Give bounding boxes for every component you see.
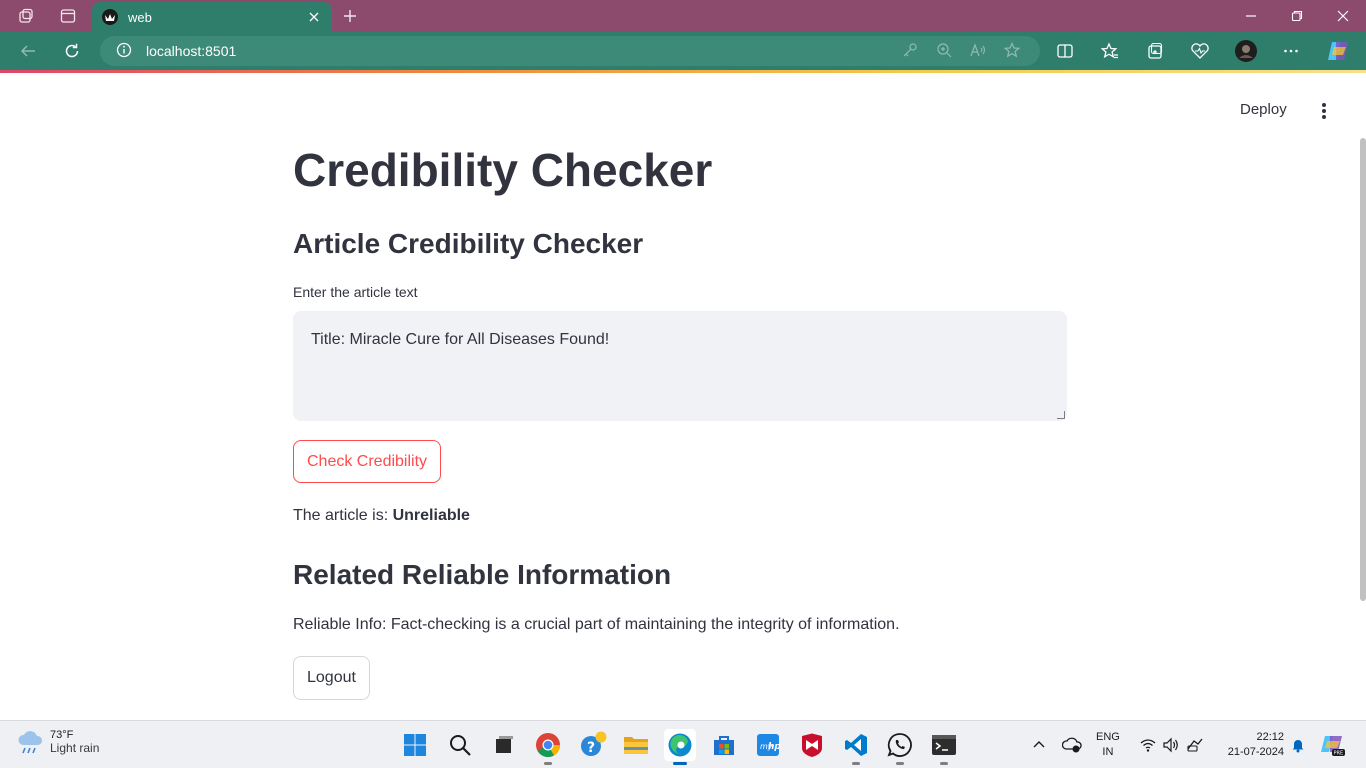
related-info-text: Reliable Info: Fact-checking is a crucia… [293, 616, 900, 633]
article-input-label: Enter the article text [293, 284, 418, 300]
system-clock[interactable]: 22:12 21-07-2024 [1218, 730, 1284, 760]
site-info-icon[interactable] [116, 42, 132, 61]
result-value: Unreliable [392, 507, 470, 524]
svg-text:PRE: PRE [1334, 751, 1344, 757]
svg-text:?: ? [587, 740, 595, 756]
browser-tab[interactable]: web [92, 2, 332, 32]
store-icon[interactable] [708, 729, 740, 761]
deploy-button[interactable]: Deploy [1240, 101, 1287, 118]
notifications-bell-icon[interactable] [1290, 721, 1306, 768]
edge-icon[interactable] [664, 729, 696, 765]
chrome-icon[interactable] [532, 729, 564, 765]
start-icon[interactable] [399, 729, 431, 761]
tab-actions-icon[interactable] [48, 0, 88, 32]
related-info-title: Related Reliable Information [293, 559, 672, 590]
volume-icon[interactable] [1162, 721, 1180, 768]
running-indicator [940, 762, 948, 765]
search-icon[interactable] [444, 729, 476, 761]
onedrive-sync-icon[interactable] [1062, 721, 1082, 768]
page-scrollbar[interactable] [1360, 138, 1366, 601]
running-indicator [544, 762, 552, 765]
clock-time: 22:12 [1256, 731, 1284, 743]
refresh-icon[interactable] [57, 36, 87, 66]
main-menu-icon[interactable] [1316, 103, 1332, 119]
split-screen-icon[interactable] [1056, 36, 1074, 66]
weather-temp: 73°F [50, 729, 74, 741]
favorite-star-icon[interactable] [1003, 41, 1021, 61]
clock-date: 21-07-2024 [1227, 746, 1284, 758]
browser-toolbar: localhost:8501 [0, 32, 1366, 70]
zoom-icon[interactable] [936, 42, 952, 61]
url-text: localhost:8501 [146, 43, 237, 59]
show-hidden-icons[interactable] [1032, 721, 1046, 768]
address-bar[interactable]: localhost:8501 [100, 36, 1040, 66]
browser-tab-strip: web [0, 0, 1366, 32]
task-view-icon[interactable] [488, 729, 520, 761]
restore-icon[interactable] [1274, 0, 1320, 32]
collections-icon[interactable] [1146, 36, 1164, 66]
vscode-icon[interactable] [840, 729, 872, 765]
language-code: ENG [1096, 731, 1120, 743]
key-icon[interactable] [902, 42, 918, 61]
resize-handle-icon[interactable] [1057, 411, 1065, 419]
copilot-preview-icon[interactable]: PRE [1320, 721, 1346, 768]
close-window-icon[interactable] [1320, 0, 1366, 32]
back-icon[interactable] [13, 36, 43, 66]
wifi-icon[interactable] [1140, 721, 1156, 768]
profile-avatar[interactable] [1234, 36, 1258, 66]
copilot-icon[interactable] [1326, 36, 1350, 66]
svg-text:hp: hp [768, 742, 780, 752]
taskbar: 73°F Light rain ? my hp ENG IN 22:12 21-… [0, 720, 1366, 768]
mcafee-icon[interactable] [796, 729, 828, 761]
rain-cloud-icon [18, 731, 43, 754]
tab-title: web [128, 9, 152, 25]
streamlit-favicon-icon [102, 9, 118, 25]
new-tab-icon[interactable] [336, 0, 364, 32]
minimize-icon[interactable] [1228, 0, 1274, 32]
terminal-icon[interactable] [928, 729, 960, 765]
whatsapp-icon[interactable] [884, 729, 916, 765]
region-code: IN [1102, 746, 1114, 758]
section-title: Article Credibility Checker [293, 228, 644, 259]
active-indicator [673, 762, 687, 765]
weather-widget[interactable]: 73°F Light rain [16, 729, 99, 755]
check-credibility-button[interactable]: Check Credibility [293, 440, 442, 483]
app-page: Deploy Credibility Checker Article Credi… [0, 73, 1366, 720]
result-prefix: The article is: [293, 507, 389, 524]
read-aloud-icon[interactable] [970, 42, 986, 61]
input-language[interactable]: ENG IN [1096, 730, 1120, 760]
workspaces-icon[interactable] [6, 0, 46, 32]
help-icon[interactable]: ? [577, 729, 609, 761]
article-textarea[interactable]: Title: Miracle Cure for All Diseases Fou… [293, 311, 1067, 421]
page-title: Credibility Checker [293, 144, 713, 196]
more-options-icon[interactable] [1282, 36, 1300, 66]
logout-button[interactable]: Logout [293, 656, 370, 700]
weather-condition: Light rain [50, 741, 100, 755]
file-explorer-icon[interactable] [620, 729, 652, 761]
running-indicator [852, 762, 860, 765]
article-text: Title: Miracle Cure for All Diseases Fou… [311, 331, 610, 348]
running-indicator [896, 762, 904, 765]
browser-essentials-icon[interactable] [1190, 36, 1210, 66]
close-tab-icon[interactable] [306, 9, 322, 25]
hp-icon[interactable]: my hp [752, 729, 784, 761]
favorites-icon[interactable] [1101, 36, 1119, 66]
result-line: The article is: Unreliable [293, 507, 470, 525]
battery-charging-icon[interactable] [1186, 721, 1204, 768]
